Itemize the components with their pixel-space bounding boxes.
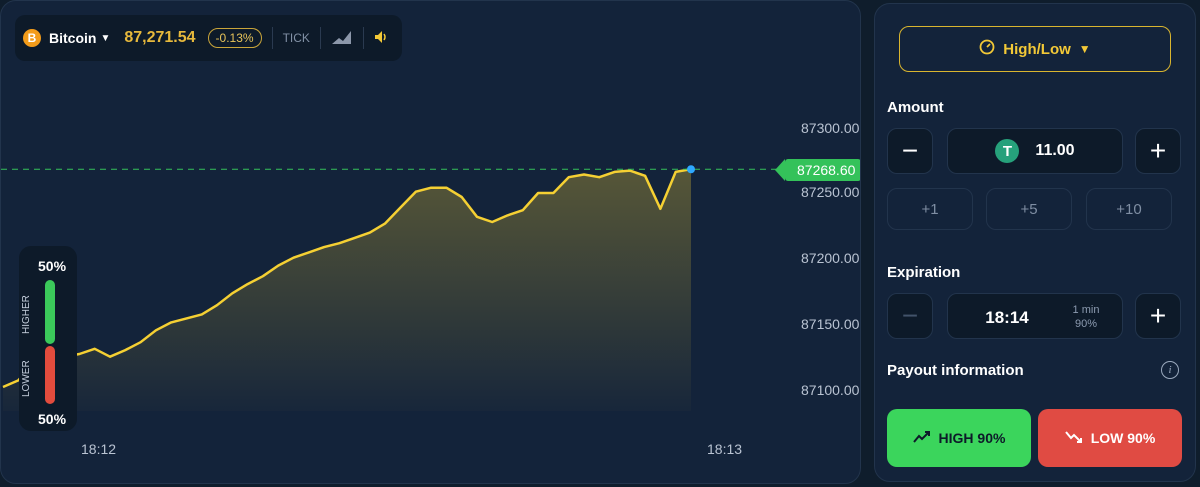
price-tick-87250: 87250.00	[801, 184, 860, 200]
amount-increase-button[interactable]: +	[1135, 128, 1181, 174]
asset-selector[interactable]: Bitcoin	[49, 30, 96, 46]
amount-decrease-button[interactable]: −	[887, 128, 933, 174]
price-tick-87200: 87200.00	[801, 250, 860, 266]
higher-label: HIGHER	[21, 295, 32, 335]
tick-chart-button[interactable]: TICK	[283, 31, 310, 45]
price-area	[3, 169, 691, 411]
expiration-time: 18:14	[985, 308, 1029, 327]
expiration-increase-button[interactable]: +	[1135, 293, 1181, 339]
expiration-label: Expiration	[887, 264, 961, 281]
low-button[interactable]: LOW 90%	[1038, 409, 1182, 467]
chevron-down-icon[interactable]: ▼	[100, 33, 110, 44]
quick-add-5-button[interactable]: +5	[986, 188, 1072, 230]
asset-price: 87,271.54	[124, 29, 196, 46]
current-price-label: 87268.60	[774, 159, 860, 181]
expiration-decrease-button[interactable]: −	[887, 293, 933, 339]
tether-icon: T	[995, 139, 1020, 163]
trader-sentiment: 50% HIGHER LOWER 50%	[19, 246, 77, 431]
expiration-duration: 1 min 90%	[1060, 303, 1112, 331]
asset-bar: B Bitcoin ▼ 87,271.54 -0.13% TICK	[15, 15, 402, 61]
quick-add-1-button[interactable]: +1	[887, 188, 973, 230]
quick-add-10-button[interactable]: +10	[1086, 188, 1172, 230]
price-chart	[1, 165, 801, 411]
higher-bar	[45, 280, 55, 344]
sound-icon[interactable]	[374, 30, 388, 47]
trend-down-icon	[1064, 430, 1083, 447]
price-tick-87150: 87150.00	[801, 316, 860, 332]
higher-percent: 50%	[38, 258, 67, 274]
time-tick-1812: 18:12	[81, 441, 117, 457]
clock-icon	[979, 39, 995, 59]
lower-bar	[45, 346, 55, 404]
high-button[interactable]: HIGH 90%	[887, 409, 1031, 467]
amount-value[interactable]: 11.00	[1035, 142, 1074, 160]
trade-mode-selector[interactable]: High/Low ▼	[899, 26, 1171, 72]
bitcoin-icon: B	[23, 29, 41, 47]
expiration-input[interactable]: 18:14 1 min 90%	[947, 293, 1123, 339]
current-price-dot	[687, 165, 695, 174]
price-change-badge: -0.13%	[207, 28, 262, 48]
price-tick-87300: 87300.00	[801, 120, 860, 136]
lower-percent: 50%	[38, 411, 67, 427]
trend-up-icon	[912, 430, 931, 447]
low-button-label: LOW 90%	[1090, 430, 1156, 446]
amount-input[interactable]: T 11.00	[947, 128, 1123, 174]
chevron-down-icon: ▼	[1078, 42, 1091, 56]
area-chart-icon[interactable]	[331, 29, 353, 48]
divider	[362, 27, 364, 49]
payout-info-label: Payout information	[887, 362, 1024, 379]
trade-panel: High/Low ▼ Amount − T 11.00 + +1 +5 +10 …	[874, 3, 1196, 482]
expiration-payout: 90%	[1074, 318, 1098, 330]
expiration-duration-text: 1 min	[1072, 304, 1100, 316]
divider	[271, 27, 273, 49]
chart-panel[interactable]: B Bitcoin ▼ 87,271.54 -0.13% TICK 87300.…	[0, 0, 861, 484]
amount-label: Amount	[887, 99, 944, 116]
divider	[319, 27, 321, 49]
trade-mode-label: High/Low	[1003, 40, 1071, 58]
lower-label: LOWER	[21, 360, 32, 398]
high-button-label: HIGH 90%	[938, 430, 1006, 446]
time-tick-1813: 18:13	[707, 441, 743, 457]
info-icon[interactable]: i	[1161, 361, 1179, 379]
price-tick-87100: 87100.00	[801, 382, 860, 398]
